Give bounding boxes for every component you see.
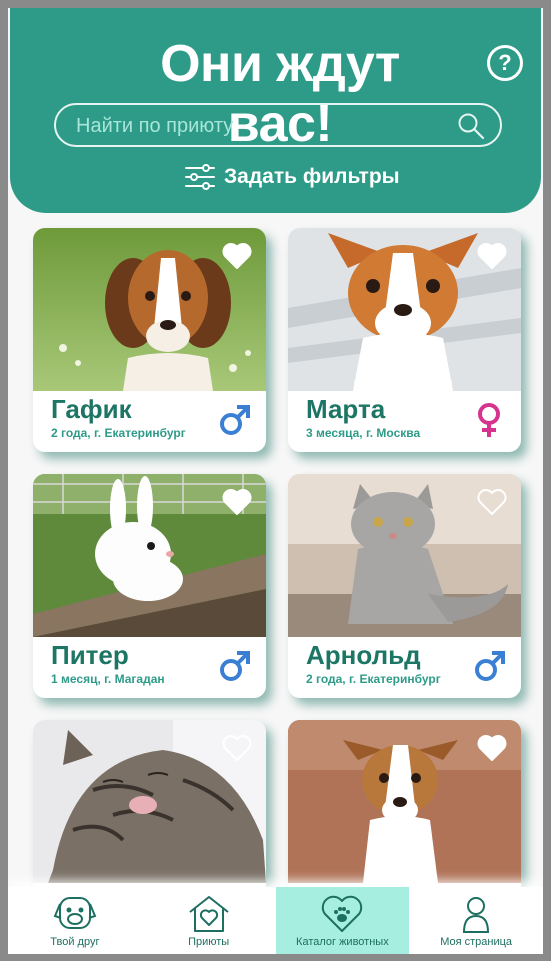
pet-details: 3 месяца, г. Москва — [306, 426, 421, 440]
tab-my-page[interactable]: Моя страница — [409, 887, 543, 954]
pet-details: 2 года, г. Екатеринбург — [51, 426, 186, 440]
header: Они ждут вас! ? Найти по приюту Задать ф… — [10, 8, 541, 213]
tab-label: Моя страница — [440, 936, 513, 948]
male-icon — [220, 405, 250, 435]
favorite-heart-outline-icon[interactable] — [222, 734, 252, 762]
pet-card[interactable]: Гафик 2 года, г. Екатеринбург — [33, 228, 266, 452]
sliders-icon — [185, 164, 215, 190]
favorite-heart-icon[interactable] — [477, 242, 507, 270]
dog-face-icon — [53, 897, 97, 929]
bottom-tab-bar: Твой друг Приюты Каталог животных Моя ст… — [8, 887, 543, 954]
pet-card[interactable]: Питер 1 месяц, г. Магадан — [33, 474, 266, 698]
filters-label: Задать фильтры — [224, 165, 400, 188]
pet-card[interactable]: Марта 3 месяца, г. Москва — [288, 228, 521, 452]
female-icon — [478, 403, 500, 437]
pet-details: 1 месяц, г. Магадан — [51, 672, 165, 686]
pet-name: Арнольд — [306, 640, 421, 670]
pet-name: Питер — [51, 640, 129, 670]
tab-shelters[interactable]: Приюты — [142, 887, 276, 954]
favorite-heart-icon[interactable] — [222, 488, 252, 516]
pet-card[interactable]: Арнольд 2 года, г. Екатеринбург — [288, 474, 521, 698]
favorite-heart-icon[interactable] — [222, 242, 252, 270]
user-icon — [463, 897, 490, 933]
male-icon — [220, 651, 250, 681]
house-heart-icon — [189, 896, 229, 932]
male-icon — [475, 651, 505, 681]
pet-details: 2 года, г. Екатеринбург — [306, 672, 441, 686]
search-input[interactable]: Найти по приюту — [54, 103, 502, 147]
favorite-heart-outline-icon[interactable] — [477, 488, 507, 516]
favorite-heart-icon[interactable] — [477, 734, 507, 762]
tab-animal-catalog[interactable]: Каталог животных — [275, 887, 410, 954]
pet-name: Гафик — [51, 394, 132, 424]
app-screen: Они ждут вас! ? Найти по приюту Задать ф… — [8, 8, 543, 954]
search-icon[interactable] — [456, 111, 486, 141]
tab-label: Каталог животных — [296, 936, 389, 948]
tab-label: Приюты — [188, 936, 230, 948]
search-placeholder: Найти по приюту — [76, 115, 234, 137]
heart-paw-icon — [322, 895, 363, 932]
tab-label: Твой друг — [50, 936, 100, 948]
tab-your-friend[interactable]: Твой друг — [8, 887, 142, 954]
pet-name: Марта — [306, 394, 386, 424]
help-button[interactable]: ? — [487, 45, 523, 81]
filters-button[interactable]: Задать фильтры — [184, 162, 400, 192]
